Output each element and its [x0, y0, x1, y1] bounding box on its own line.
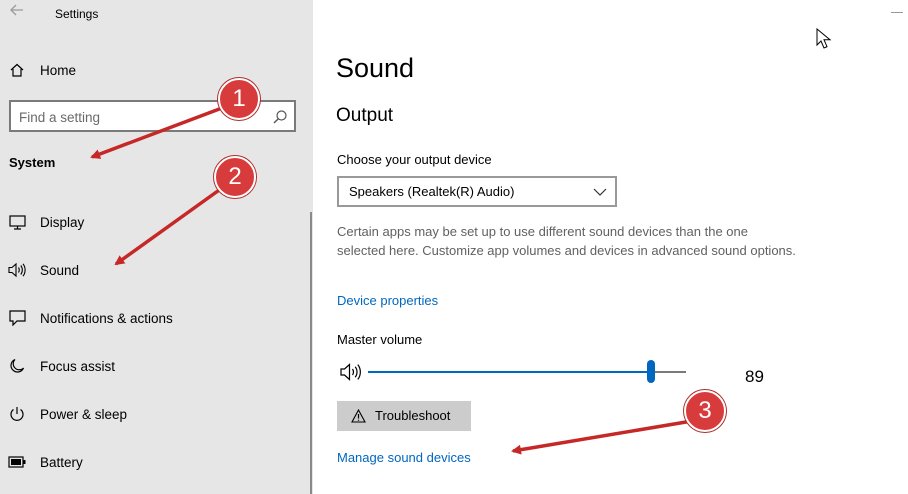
- sidebar-scrollbar[interactable]: [310, 212, 312, 494]
- annotation-badge-3: 3: [684, 390, 726, 432]
- sidebar-item-power-sleep[interactable]: Power & sleep: [0, 394, 313, 434]
- sidebar-item-home[interactable]: Home: [0, 50, 313, 90]
- speaker-icon: [8, 261, 26, 279]
- troubleshoot-button[interactable]: Troubleshoot: [337, 401, 471, 431]
- minimize-button[interactable]: [891, 12, 903, 13]
- volume-icon[interactable]: [340, 362, 362, 382]
- sidebar-item-label: Display: [40, 214, 85, 230]
- sidebar-item-battery[interactable]: Battery: [0, 442, 313, 482]
- choose-device-label: Choose your output device: [337, 152, 492, 167]
- volume-slider-fill: [368, 371, 651, 373]
- annotation-badge-2: 2: [214, 156, 256, 198]
- back-button[interactable]: [6, 2, 28, 24]
- sidebar: Settings Home System Display Sound Notif…: [0, 0, 313, 494]
- volume-slider-thumb[interactable]: [647, 360, 655, 383]
- output-device-value: Speakers (Realtek(R) Audio): [349, 184, 515, 199]
- sidebar-item-label: Sound: [40, 262, 80, 278]
- sidebar-item-label: Battery: [40, 454, 83, 470]
- chevron-down-icon: [593, 188, 607, 196]
- main-panel: Sound Output Choose your output device S…: [313, 0, 908, 494]
- power-icon: [8, 405, 26, 423]
- sidebar-item-label: Home: [40, 62, 77, 78]
- home-icon: [8, 61, 26, 79]
- volume-slider[interactable]: [368, 371, 686, 373]
- search-icon[interactable]: [272, 109, 288, 125]
- sidebar-item-focus-assist[interactable]: Focus assist: [0, 346, 313, 386]
- title-bar: Settings: [0, 0, 313, 32]
- sidebar-item-display[interactable]: Display: [0, 202, 313, 242]
- monitor-icon: [8, 213, 26, 231]
- sidebar-item-label: Notifications & actions: [40, 310, 173, 326]
- back-arrow-icon: [10, 4, 23, 16]
- battery-icon: [8, 453, 26, 471]
- sidebar-item-notifications[interactable]: Notifications & actions: [0, 298, 313, 338]
- troubleshoot-label: Troubleshoot: [375, 408, 451, 423]
- volume-value: 89: [745, 367, 764, 386]
- sidebar-item-label: Power & sleep: [40, 406, 128, 422]
- output-device-select[interactable]: Speakers (Realtek(R) Audio): [337, 176, 617, 207]
- section-title: System: [9, 155, 56, 170]
- device-properties-link[interactable]: Device properties: [337, 293, 438, 308]
- output-description: Certain apps may be set up to use differ…: [337, 224, 796, 258]
- sidebar-item-label: Focus assist: [40, 358, 116, 374]
- mouse-cursor-icon: [816, 28, 832, 49]
- warning-icon: [351, 409, 366, 423]
- output-heading: Output: [336, 105, 394, 126]
- master-volume-label: Master volume: [337, 332, 423, 347]
- manage-sound-devices-link[interactable]: Manage sound devices: [337, 450, 471, 465]
- page-title: Sound: [336, 53, 415, 83]
- sidebar-item-sound[interactable]: Sound: [0, 250, 313, 290]
- app-title: Settings: [55, 7, 99, 21]
- moon-icon: [8, 357, 26, 375]
- notification-icon: [8, 309, 26, 327]
- annotation-badge-1: 1: [218, 78, 260, 120]
